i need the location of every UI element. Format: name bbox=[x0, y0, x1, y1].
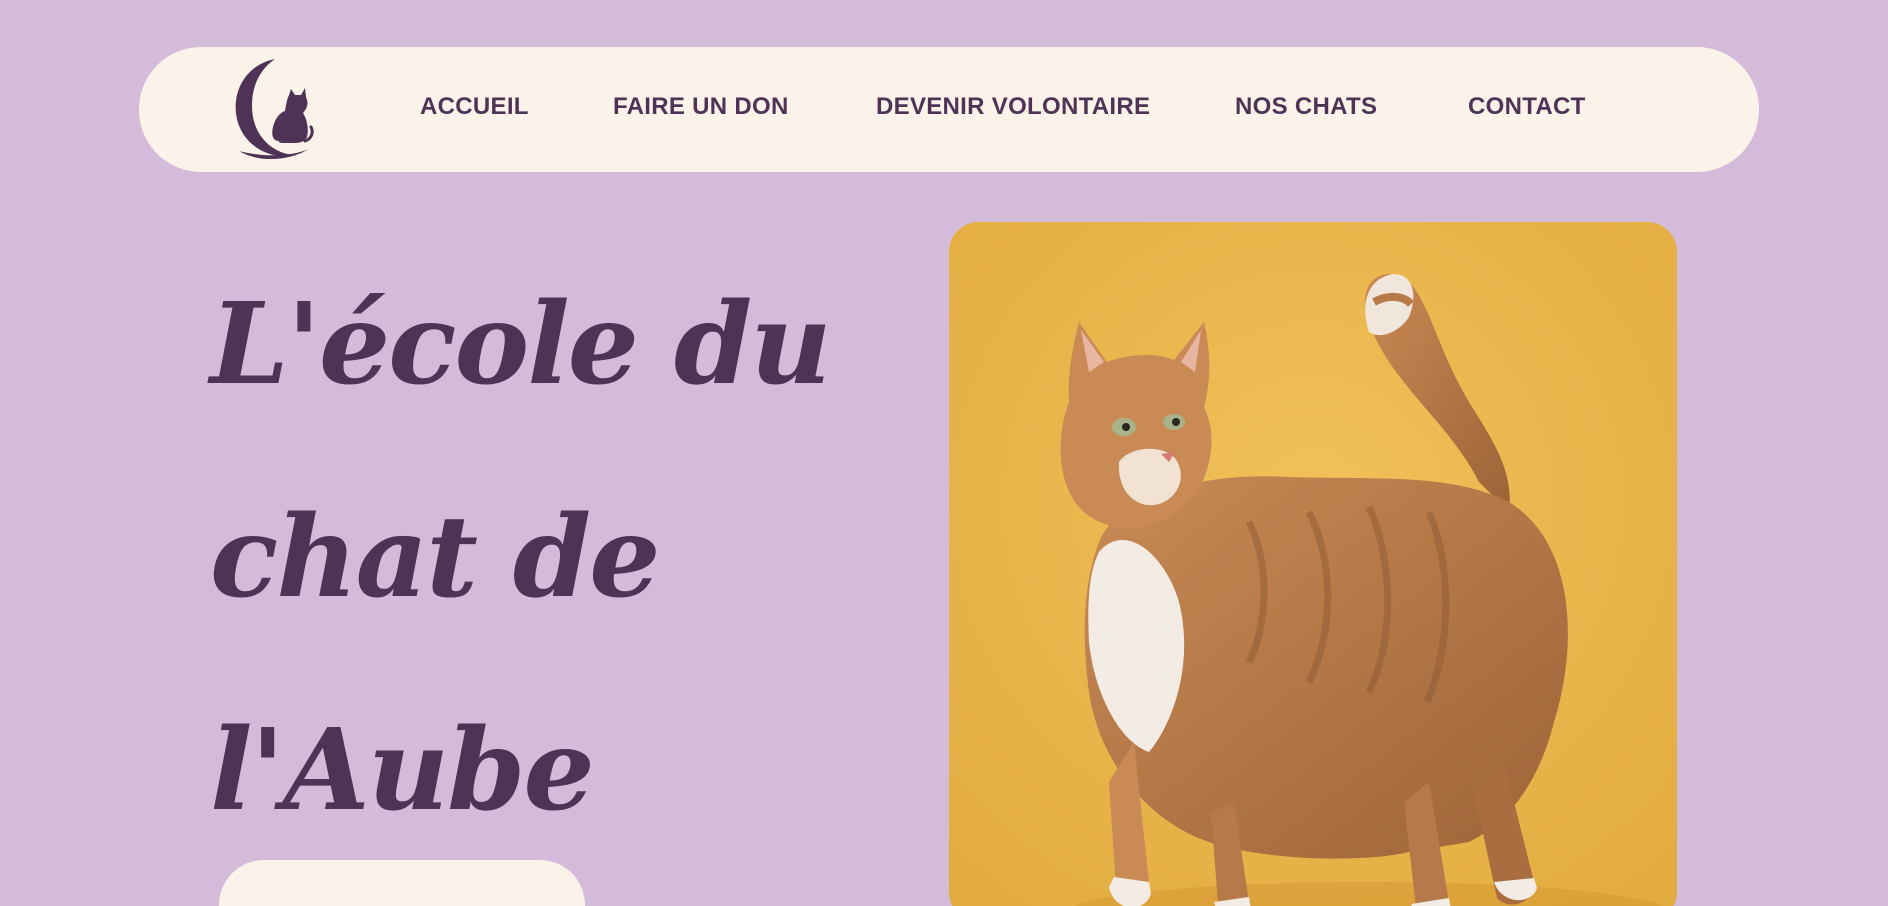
nav-link-faire-un-don[interactable]: FAIRE UN DON bbox=[613, 93, 789, 121]
learn-more-button[interactable]: EN SAVOIR PLUS bbox=[219, 860, 585, 906]
hero-title-line: l'Aube bbox=[210, 705, 595, 836]
hero-title-line: L'école du bbox=[210, 279, 832, 410]
nav-link-accueil[interactable]: ACCUEIL bbox=[420, 93, 529, 121]
navbar: ACCUEIL FAIRE UN DON DEVENIR VOLONTAIRE … bbox=[139, 47, 1759, 172]
nav-link-contact[interactable]: CONTACT bbox=[1468, 93, 1586, 121]
hero-title: L'école du chat de l'Aube bbox=[210, 238, 910, 877]
nav-link-nos-chats[interactable]: NOS CHATS bbox=[1235, 93, 1377, 121]
nav-link-devenir-volontaire[interactable]: DEVENIR VOLONTAIRE bbox=[876, 93, 1150, 121]
moon-cat-icon[interactable] bbox=[231, 57, 315, 161]
page: ACCUEIL FAIRE UN DON DEVENIR VOLONTAIRE … bbox=[0, 0, 1888, 906]
hero-title-line: chat de bbox=[210, 492, 661, 623]
cat-photo bbox=[949, 222, 1677, 906]
